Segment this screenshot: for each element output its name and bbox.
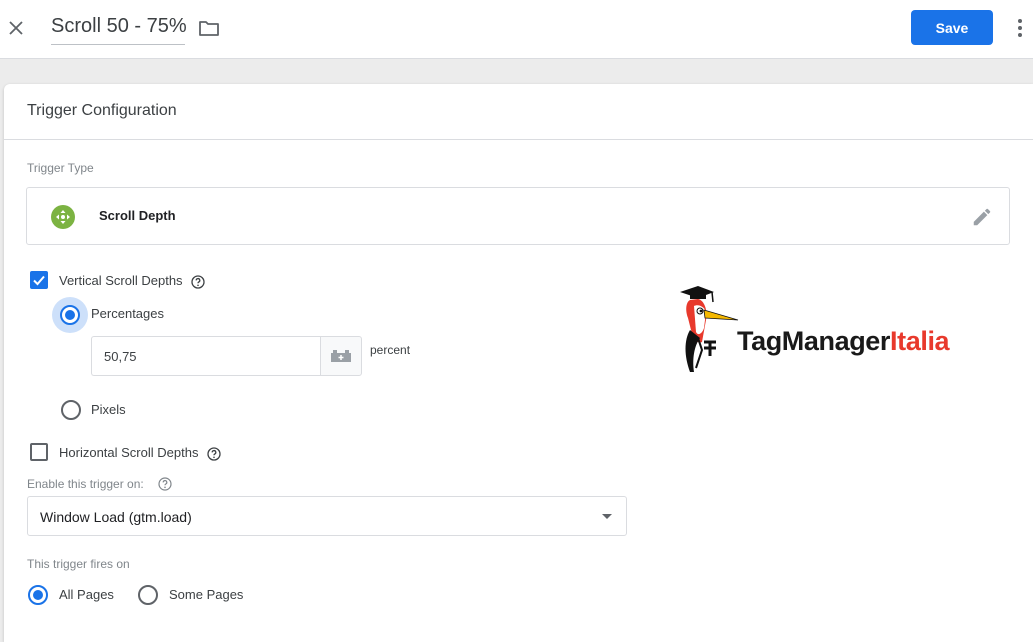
enable-trigger-selected-value: Window Load (gtm.load) (40, 509, 192, 525)
folder-icon (199, 21, 219, 36)
some-pages-label: Some Pages (169, 587, 244, 602)
close-icon (9, 21, 23, 35)
tagmanageritalia-logo: TagManagerItalia (676, 280, 991, 376)
some-pages-radio[interactable] (138, 585, 158, 605)
variable-brick-icon (331, 350, 351, 362)
enable-trigger-label: Enable this trigger on: (27, 477, 144, 491)
edit-icon[interactable] (971, 206, 993, 228)
trigger-name-field[interactable]: Scroll 50 - 75% (51, 15, 187, 45)
check-icon (33, 275, 45, 286)
logo-text-red: Italia (890, 326, 950, 356)
pixels-label: Pixels (91, 402, 126, 417)
enable-trigger-select[interactable]: Window Load (gtm.load) (27, 496, 627, 536)
vertical-scroll-checkbox[interactable] (30, 271, 48, 289)
trigger-type-selector[interactable]: Scroll Depth (26, 187, 1010, 245)
all-pages-label: All Pages (59, 587, 114, 602)
insert-variable-button[interactable] (320, 336, 362, 376)
percentages-label: Percentages (91, 306, 164, 321)
card-header: Trigger Configuration (4, 84, 1033, 140)
woodpecker-mascot-icon (680, 286, 739, 372)
more-vert-icon (1018, 19, 1022, 37)
pixels-radio[interactable] (61, 400, 81, 420)
more-options-button[interactable] (1008, 14, 1032, 42)
folder-button[interactable] (196, 16, 222, 40)
percentages-radio[interactable] (60, 305, 80, 325)
help-icon[interactable] (191, 275, 205, 289)
trigger-type-name: Scroll Depth (99, 208, 176, 223)
dropdown-arrow-icon (602, 514, 612, 519)
help-icon[interactable] (207, 447, 221, 461)
all-pages-radio[interactable] (28, 585, 48, 605)
percentages-input[interactable] (91, 336, 321, 376)
help-icon[interactable] (158, 477, 172, 491)
logo-wordmark: TagManagerItalia (737, 326, 950, 357)
vertical-scroll-label: Vertical Scroll Depths (59, 273, 183, 288)
trigger-type-label: Trigger Type (27, 161, 94, 175)
card-title: Trigger Configuration (27, 102, 177, 119)
scroll-depth-icon (51, 205, 75, 229)
save-button[interactable]: Save (911, 10, 993, 45)
horizontal-scroll-label: Horizontal Scroll Depths (59, 445, 199, 460)
horizontal-scroll-checkbox[interactable] (30, 443, 48, 461)
top-bar: Scroll 50 - 75% Save (0, 0, 1033, 59)
unit-label: percent (370, 343, 411, 357)
fires-on-label: This trigger fires on (27, 557, 130, 571)
close-button[interactable] (4, 16, 28, 40)
logo-text-dark: TagManager (737, 326, 891, 356)
